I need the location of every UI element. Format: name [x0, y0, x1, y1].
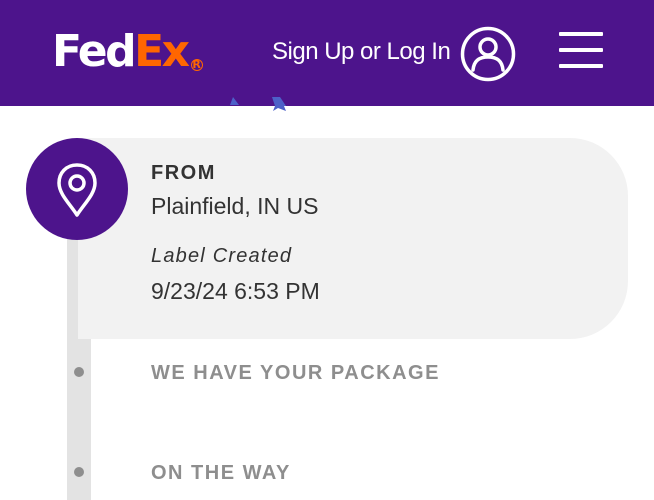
location-pin-icon — [26, 138, 128, 240]
app-header: FedEx R Sign Up or Log In — [0, 0, 654, 106]
status-datetime: 9/23/24 6:53 PM — [151, 278, 320, 304]
milestone-we-have-your-package: WE HAVE YOUR PACKAGE — [151, 362, 440, 384]
logo-fed-text: Fed — [52, 26, 137, 77]
signup-login-link[interactable]: Sign Up or Log In — [272, 38, 451, 66]
decorative-stars — [228, 97, 308, 111]
logo-ex-text: Ex — [134, 26, 190, 77]
milestone-on-the-way: ON THE WAY — [151, 462, 291, 484]
milestone-dot — [74, 367, 84, 377]
registered-mark: R — [190, 58, 203, 71]
hamburger-menu-icon[interactable] — [559, 32, 603, 68]
origin-location: Plainfield, IN US — [151, 193, 319, 219]
from-label: FROM — [151, 162, 216, 184]
fedex-logo[interactable]: FedEx R — [52, 26, 203, 78]
milestone-dot — [74, 467, 84, 477]
account-icon[interactable] — [460, 26, 516, 82]
status-label: Label Created — [151, 245, 293, 267]
